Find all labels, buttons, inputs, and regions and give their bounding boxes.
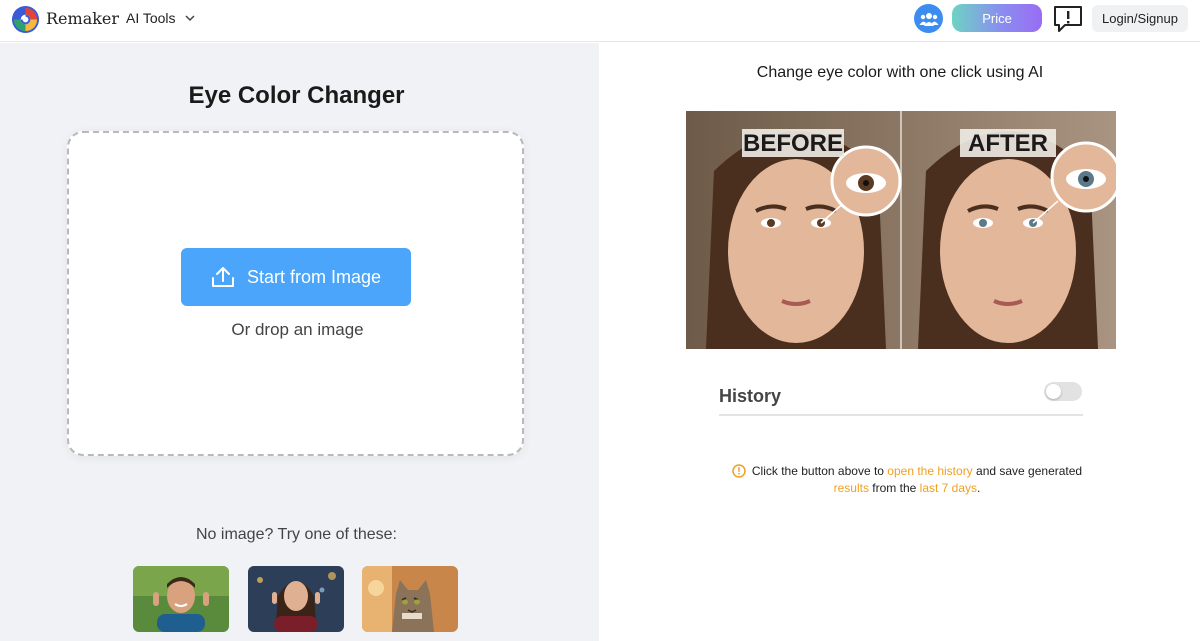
history-hint: Click the button above to open the histo… <box>718 463 1096 497</box>
price-button[interactable]: Price <box>952 4 1042 32</box>
hint-text-2: and save generated <box>972 464 1083 478</box>
after-label: AFTER <box>968 130 1048 157</box>
drop-hint: Or drop an image <box>231 320 364 339</box>
history-toggle[interactable] <box>1044 382 1082 401</box>
hint-text-4: . <box>977 481 981 495</box>
ai-tools-label: AI Tools <box>126 10 176 26</box>
feedback-icon[interactable] <box>1053 5 1083 33</box>
sample-image-man[interactable] <box>133 566 229 632</box>
hint-text-3: from the <box>868 481 920 495</box>
upload-button-label: Start from Image <box>246 266 382 287</box>
ai-tools-menu[interactable]: AI Tools <box>126 10 196 26</box>
chevron-down-icon <box>185 15 195 22</box>
info-icon <box>732 464 746 478</box>
login-signup-button[interactable]: Login/Signup <box>1092 5 1188 32</box>
community-icon <box>919 12 938 26</box>
community-button[interactable] <box>914 4 943 33</box>
last-7-days-link[interactable]: last 7 days <box>920 481 977 495</box>
start-from-image-button[interactable]: Start from Image <box>181 248 411 306</box>
sample-prompt: No image? Try one of these: <box>196 526 397 543</box>
history-divider <box>719 414 1083 416</box>
open-history-link[interactable]: open the history <box>887 464 972 478</box>
history-label: History <box>719 386 782 406</box>
brand-name[interactable]: Remaker <box>46 9 119 28</box>
upload-panel: Eye Color Changer Start from Image Or dr… <box>0 43 599 641</box>
before-label: BEFORE <box>743 130 843 157</box>
remaker-logo[interactable] <box>11 5 40 34</box>
page-title: Eye Color Changer <box>188 82 405 109</box>
hint-text-1: Click the button above to <box>751 464 888 478</box>
upload-icon <box>211 267 234 287</box>
image-dropzone[interactable]: Start from Image Or drop an image <box>67 131 524 456</box>
top-nav: Remaker AI Tools Price Login/Signup <box>0 0 1200 42</box>
sample-image-woman[interactable] <box>248 566 344 632</box>
before-after-demo: BEFORE AFTER <box>686 111 1116 349</box>
results-link[interactable]: results <box>834 481 869 495</box>
toggle-knob <box>1046 384 1061 399</box>
demo-subtitle: Change eye color with one click using AI <box>756 64 1044 81</box>
sample-image-cat[interactable] <box>362 566 458 632</box>
